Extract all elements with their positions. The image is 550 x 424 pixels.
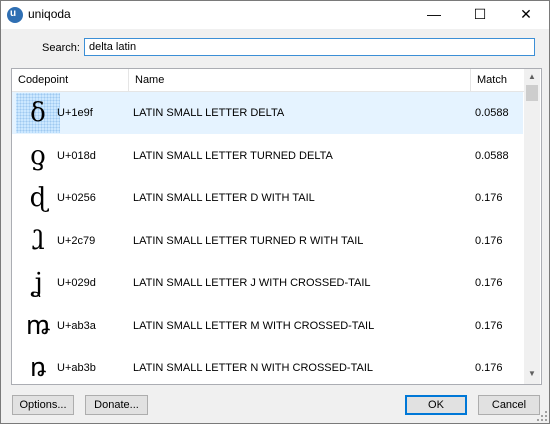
vertical-scrollbar[interactable]: ▲ ▼ [524,69,540,384]
glyph-preview: ꬺ [16,306,60,346]
glyph-character: ꬻ [29,353,47,383]
glyph-character: ⱹ [31,225,45,256]
window-title: uniqoda [28,7,71,21]
codepoint-cell: U+ab3b [57,362,96,374]
scroll-down-arrow-icon[interactable]: ▼ [524,366,540,382]
glyph-preview: ẟ [16,93,60,133]
glyph-character: ʝ [33,268,43,298]
table-row[interactable]: ꬺ U+ab3a LATIN SMALL LETTER M WITH CROSSED… [12,305,523,347]
search-input[interactable] [84,38,535,56]
codepoint-cell: U+2c79 [57,234,96,247]
ok-button[interactable]: OK [405,395,467,415]
match-cell: 0.176 [475,277,503,289]
table-row[interactable]: ⱹ U+2c79 LATIN SMALL LETTER TURNED R WITH … [12,220,523,262]
close-button[interactable]: ✕ [503,1,549,29]
donate-button[interactable]: Donate... [85,395,148,415]
column-header-match[interactable]: Match [471,69,524,91]
table-row[interactable]: ɖ U+0256 LATIN SMALL LETTER D WITH TAIL 0.1… [12,177,523,219]
table-row[interactable]: ƍ U+018d LATIN SMALL LETTER TURNED DELTA 0.… [12,135,523,177]
scroll-up-arrow-icon[interactable]: ▲ [524,69,540,85]
codepoint-cell: U+1e9f [57,107,93,119]
glyph-preview: ʝ [16,263,60,303]
uniqoda-window: u uniqoda — ☐ ✕ Search: Codepoint Name M… [0,0,550,424]
column-header-codepoint[interactable]: Codepoint [12,69,129,91]
scroll-thumb[interactable] [526,85,538,101]
match-cell: 0.176 [475,362,503,374]
glyph-character: ꬺ [26,310,50,341]
glyph-character: ɖ [29,183,47,213]
resize-grip-icon[interactable] [537,411,547,421]
uniqoda-logo-icon: u [7,7,23,23]
table-row[interactable]: ꬻ U+ab3b LATIN SMALL LETTER N WITH CROSSED… [12,347,523,384]
minimize-button[interactable]: — [411,1,457,29]
options-button[interactable]: Options... [12,395,74,415]
glyph-character: ẟ [30,98,46,128]
table-row[interactable]: ʝ U+029d LATIN SMALL LETTER J WITH CROSSED… [12,262,523,304]
maximize-button[interactable]: ☐ [457,1,503,29]
column-header-name[interactable]: Name [129,69,471,91]
title-bar[interactable]: u uniqoda — ☐ ✕ [1,1,549,29]
name-cell: LATIN SMALL LETTER N WITH CROSSED-TAIL [133,362,373,374]
glyph-preview: ƍ [16,136,60,176]
search-label: Search: [42,42,80,54]
cancel-button[interactable]: Cancel [478,395,540,415]
glyph-character: ƍ [30,140,46,171]
name-cell: LATIN SMALL LETTER TURNED DELTA [133,149,333,162]
codepoint-cell: U+0256 [57,192,96,204]
codepoint-cell: U+ab3a [57,319,96,332]
name-cell: LATIN SMALL LETTER TURNED R WITH TAIL [133,234,364,247]
match-cell: 0.0588 [475,149,509,162]
glyph-preview: ⱹ [16,221,60,261]
name-cell: LATIN SMALL LETTER J WITH CROSSED-TAIL [133,277,371,289]
name-cell: LATIN SMALL LETTER D WITH TAIL [133,192,315,204]
name-cell: LATIN SMALL LETTER DELTA [133,107,285,119]
glyph-preview: ꬻ [16,348,60,384]
table-header: Codepoint Name Match [12,69,524,92]
codepoint-cell: U+018d [57,149,96,162]
name-cell: LATIN SMALL LETTER M WITH CROSSED-TAIL [133,319,375,332]
match-cell: 0.176 [475,234,503,247]
match-cell: 0.0588 [475,107,509,119]
results-table: Codepoint Name Match ẟ U+1e9f LATIN SMALL … [11,68,542,385]
codepoint-cell: U+029d [57,277,96,289]
match-cell: 0.176 [475,319,503,332]
glyph-preview: ɖ [16,178,60,218]
table-row[interactable]: ẟ U+1e9f LATIN SMALL LETTER DELTA 0.0588 [12,92,523,134]
match-cell: 0.176 [475,192,503,204]
